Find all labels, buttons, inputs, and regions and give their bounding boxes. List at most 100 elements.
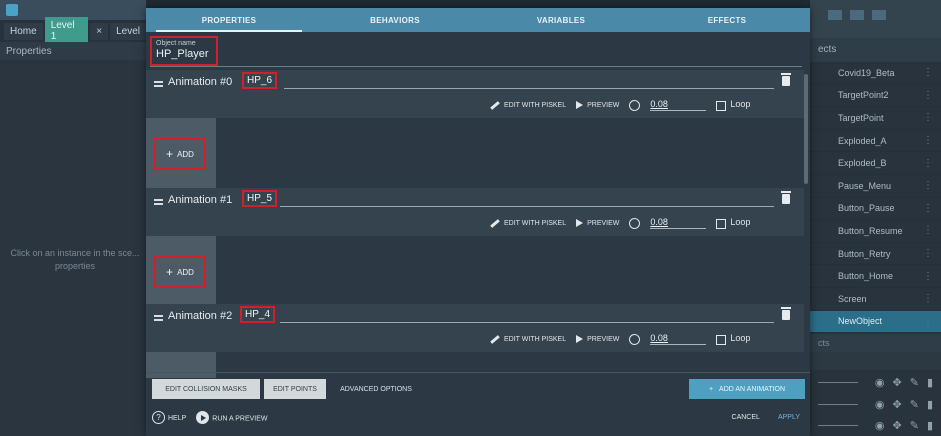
tab-level[interactable]: Level: [110, 22, 146, 40]
edit-collision-masks-button[interactable]: EDIT COLLISION MASKS: [152, 379, 260, 399]
list-item[interactable]: Screen ⋮: [810, 288, 941, 311]
edit-with-piskel-button[interactable]: EDIT WITH PISKEL: [490, 100, 566, 110]
delete-animation-icon[interactable]: [781, 73, 791, 86]
tab-close-icon[interactable]: ×: [90, 22, 109, 40]
edit-with-piskel-button[interactable]: EDIT WITH PISKEL: [490, 218, 566, 228]
more-icon[interactable]: ⋮: [923, 135, 933, 146]
move-icon[interactable]: ✥: [893, 419, 902, 432]
delete-animation-icon[interactable]: [781, 191, 791, 204]
list-item[interactable]: TargetPoint ⋮: [810, 107, 941, 130]
tab-level-1[interactable]: Level 1: [44, 17, 89, 45]
layer-line: [818, 424, 858, 426]
more-icon[interactable]: ⋮: [923, 293, 933, 304]
toolbar-icon[interactable]: [872, 10, 886, 20]
time-between-frames-input[interactable]: 0.08: [650, 99, 707, 111]
edit-icon[interactable]: ✎: [910, 376, 919, 389]
preview-button[interactable]: PREVIEW: [576, 101, 619, 109]
objects-panel: ects Covid19_Beta ⋮ TargetPoint2 ⋮ TargetP…: [810, 0, 941, 436]
loop-checkbox[interactable]: Loop: [716, 99, 751, 111]
visibility-icon[interactable]: ◉: [875, 419, 885, 432]
trash-icon[interactable]: ▮: [927, 376, 933, 389]
add-animation-button[interactable]: + ADD AN ANIMATION: [689, 379, 805, 399]
pencil-icon: [490, 334, 500, 344]
animation-name-input[interactable]: HP_5: [242, 190, 278, 207]
object-name-value[interactable]: HP_Player: [156, 48, 212, 60]
move-icon[interactable]: ✥: [893, 398, 902, 411]
animation-name-input[interactable]: HP_6: [242, 72, 278, 89]
more-icon[interactable]: ⋮: [923, 271, 933, 282]
edit-points-button[interactable]: EDIT POINTS: [264, 379, 326, 399]
apply-button[interactable]: APPLY: [778, 414, 800, 421]
more-icon[interactable]: ⋮: [923, 316, 933, 327]
animation-name-underline: [284, 88, 774, 89]
tab-properties[interactable]: PROPERTIES: [146, 8, 312, 32]
time-between-frames-input[interactable]: 0.08: [650, 217, 707, 229]
advanced-options-button[interactable]: ADVANCED OPTIONS: [328, 379, 424, 399]
plus-icon: +: [708, 385, 714, 393]
add-frame-button[interactable]: + ADD: [154, 256, 206, 288]
list-item[interactable]: Button_Pause ⋮: [810, 198, 941, 221]
object-label: Button_Resume: [838, 225, 903, 236]
toolbar-icon[interactable]: [850, 10, 864, 20]
loop-checkbox[interactable]: Loop: [716, 333, 750, 345]
preview-button[interactable]: PREVIEW: [576, 219, 619, 227]
more-icon[interactable]: ⋮: [923, 90, 933, 101]
animation-tools: EDIT WITH PISKEL PREVIEW 0.08 Loop: [490, 216, 750, 230]
edit-icon[interactable]: ✎: [910, 419, 919, 432]
edit-with-piskel-label: EDIT WITH PISKEL: [504, 335, 567, 343]
list-item[interactable]: Button_Retry ⋮: [810, 243, 941, 266]
edit-with-piskel-button[interactable]: EDIT WITH PISKEL: [490, 334, 567, 344]
more-icon[interactable]: ⋮: [923, 203, 933, 214]
animation-tools: EDIT WITH PISKEL PREVIEW 0.08 Loop: [490, 98, 750, 112]
object-name-underline: [150, 66, 802, 67]
drag-handle-icon[interactable]: [154, 199, 163, 205]
tab-behaviors[interactable]: BEHAVIORS: [312, 8, 478, 32]
help-button[interactable]: ? HELP: [152, 411, 186, 424]
list-item[interactable]: Button_Resume ⋮: [810, 220, 941, 243]
add-frame-button[interactable]: + ADD: [154, 138, 206, 170]
properties-hint: Click on an instance in the sce... prope…: [10, 248, 140, 271]
edit-icon[interactable]: ✎: [910, 398, 919, 411]
list-item[interactable]: Pause_Menu ⋮: [810, 175, 941, 198]
more-icon[interactable]: ⋮: [923, 112, 933, 123]
animation-name-input[interactable]: HP_4: [240, 306, 276, 323]
visibility-icon[interactable]: ◉: [875, 376, 885, 389]
list-item[interactable]: Exploded_A ⋮: [810, 130, 941, 153]
list-item-selected[interactable]: NewObject ⋮: [810, 310, 941, 334]
tab-variables[interactable]: VARIABLES: [478, 8, 644, 32]
object-label: Exploded_B: [838, 158, 887, 169]
layer-row: ◉ ✥ ✎ ▮: [810, 414, 941, 436]
list-item[interactable]: Exploded_B ⋮: [810, 152, 941, 175]
drag-handle-icon[interactable]: [154, 81, 163, 87]
loop-checkbox[interactable]: Loop: [716, 217, 750, 229]
visibility-icon[interactable]: ◉: [875, 398, 885, 411]
drag-handle-icon[interactable]: [154, 315, 163, 321]
list-item[interactable]: Button_Home ⋮: [810, 265, 941, 288]
more-icon[interactable]: ⋮: [923, 225, 933, 236]
layer-row: ◉ ✥ ✎ ▮: [810, 371, 941, 393]
more-icon[interactable]: ⋮: [923, 248, 933, 259]
tab-effects[interactable]: EFFECTS: [644, 8, 810, 32]
dialog-scrollbar[interactable]: [804, 74, 808, 184]
list-item[interactable]: TargetPoint2 ⋮: [810, 85, 941, 108]
more-icon[interactable]: ⋮: [923, 180, 933, 191]
more-icon[interactable]: ⋮: [923, 158, 933, 169]
run-preview-button[interactable]: RUN A PREVIEW: [196, 411, 268, 424]
help-icon: ?: [152, 411, 165, 424]
list-item[interactable]: Covid19_Beta ⋮: [810, 62, 941, 85]
more-icon[interactable]: ⋮: [923, 67, 933, 78]
time-between-frames-input[interactable]: 0.08: [650, 333, 707, 345]
preview-button[interactable]: PREVIEW: [576, 335, 619, 343]
tab-home[interactable]: Home: [4, 22, 43, 40]
object-name-field[interactable]: Object name HP_Player: [150, 36, 218, 66]
trash-icon[interactable]: ▮: [927, 398, 933, 411]
left-editor-panel: Home Level 1 × Level Properties Click on…: [0, 0, 146, 436]
delete-animation-icon[interactable]: [781, 307, 791, 320]
trash-icon[interactable]: ▮: [927, 419, 933, 432]
cancel-button[interactable]: CANCEL: [732, 414, 760, 421]
move-icon[interactable]: ✥: [893, 376, 902, 389]
play-icon: [576, 335, 584, 343]
animation-name-underline: [280, 206, 774, 207]
toolbar-icon[interactable]: [828, 10, 842, 20]
loop-label: Loop: [730, 99, 751, 110]
